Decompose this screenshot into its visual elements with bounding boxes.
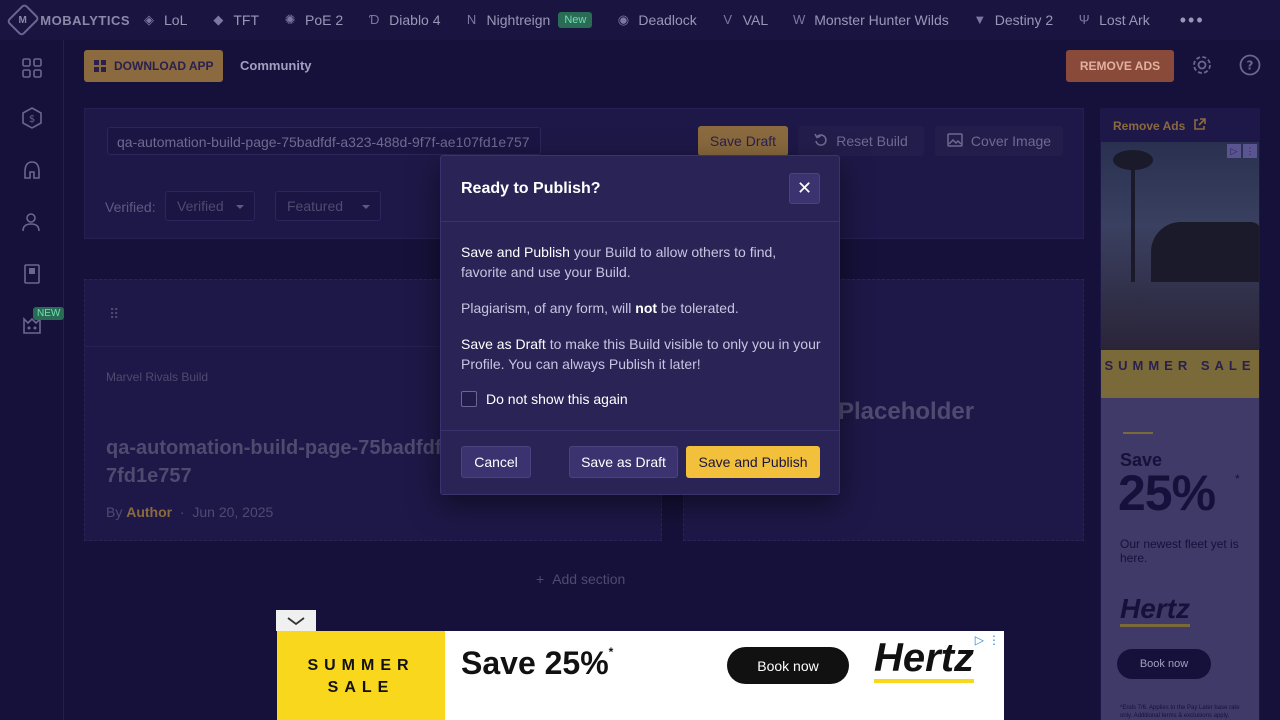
do-not-show-checkbox-row[interactable]: Do not show this again	[461, 391, 628, 407]
save-and-publish-button[interactable]: Save and Publish	[686, 446, 820, 478]
plagiarism-emphasis: not	[635, 300, 658, 316]
modal-body: Save and Publish your Build to allow oth…	[461, 242, 823, 390]
publish-emphasis: Save and Publish	[461, 244, 570, 260]
publish-modal: Ready to Publish? ✕ Save and Publish you…	[440, 155, 840, 495]
modal-paragraph-publish: Save and Publish your Build to allow oth…	[461, 242, 823, 282]
save-as-draft-button[interactable]: Save as Draft	[569, 446, 678, 478]
close-icon: ✕	[796, 178, 813, 198]
plagiarism-text: Plagiarism, of any form, will	[461, 300, 636, 316]
modal-paragraph-plagiarism: Plagiarism, of any form, will not be tol…	[461, 298, 823, 318]
do-not-show-checkbox[interactable]	[461, 391, 477, 407]
modal-footer-divider	[441, 430, 839, 431]
modal-title: Ready to Publish?	[461, 180, 601, 197]
draft-emphasis: Save as Draft	[461, 336, 546, 352]
close-button[interactable]: ✕	[789, 173, 820, 204]
plagiarism-text-end: be tolerated.	[657, 300, 739, 316]
modal-paragraph-draft: Save as Draft to make this Build visible…	[461, 334, 823, 374]
modal-header: Ready to Publish? ✕	[441, 156, 839, 222]
cancel-button[interactable]: Cancel	[461, 446, 531, 478]
do-not-show-label[interactable]: Do not show this again	[486, 391, 628, 407]
